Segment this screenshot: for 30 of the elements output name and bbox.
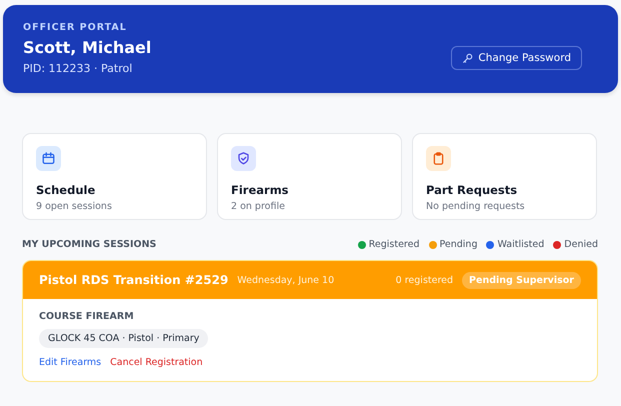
registered-count: 0 registered xyxy=(396,274,454,286)
session-title: Pistol RDS Transition #2529 xyxy=(39,273,228,287)
section-title: MY UPCOMING SESSIONS xyxy=(22,239,156,250)
legend-label: Pending xyxy=(440,239,478,250)
legend-label: Registered xyxy=(368,239,420,250)
edit-link[interactable]: Edit Firearms xyxy=(39,357,102,368)
session-date: Wednesday, June 10 xyxy=(237,274,334,286)
nav-card[interactable]: Schedule 9 open sessions xyxy=(22,133,207,220)
card-title: Schedule xyxy=(36,183,96,197)
card-subtitle: 2 on profile xyxy=(231,201,286,212)
field-label: COURSE FIREARM xyxy=(39,311,135,322)
nav-card[interactable]: Firearms 2 on profile xyxy=(217,133,402,220)
portal-label: OFFICER PORTAL xyxy=(23,22,128,33)
legend-label: Waitlisted xyxy=(497,239,544,250)
change-password-button[interactable]: Change Password xyxy=(451,46,582,70)
nav-card[interactable]: Part Requests No pending requests xyxy=(412,133,597,220)
clipboard-icon xyxy=(426,146,451,171)
officer-name: Scott, Michael xyxy=(23,38,152,57)
card-subtitle: No pending requests xyxy=(426,201,526,212)
legend-label: Denied xyxy=(564,239,598,250)
calendar-icon xyxy=(36,146,61,171)
cancel-link[interactable]: Cancel Registration xyxy=(110,357,203,368)
card-title: Part Requests xyxy=(426,183,518,197)
status-badge: Pending Supervisor xyxy=(462,272,581,288)
card-subtitle: 9 open sessions xyxy=(36,201,113,212)
card-title: Firearms xyxy=(231,183,290,197)
shield-icon xyxy=(231,146,256,171)
key-icon xyxy=(462,52,474,64)
firearm-chip: GLOCK 45 COA · Pistol · Primary xyxy=(39,329,208,348)
officer-details: PID: 112233 · Patrol xyxy=(23,62,134,75)
